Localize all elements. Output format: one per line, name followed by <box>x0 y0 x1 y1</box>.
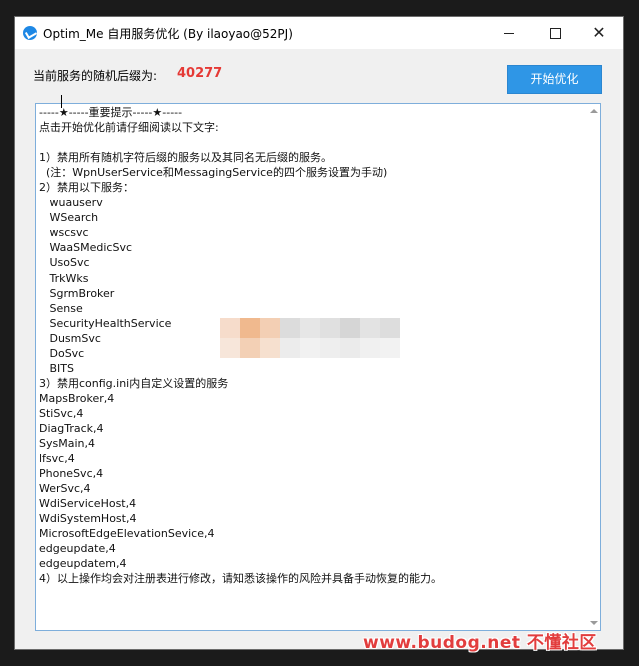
text-line: MapsBroker,4 <box>39 391 115 405</box>
text-line: wscsvc <box>39 226 89 240</box>
text-line: SgrmBroker <box>39 286 115 300</box>
text-line: 点击开始优化前请仔细阅读以下文字: <box>39 121 219 135</box>
scroll-up-arrow-icon[interactable] <box>590 109 598 113</box>
text-line: WdiSystemHost,4 <box>39 512 137 526</box>
title-bar[interactable]: Optim_Me 自用服务优化 (By ilaoyao@52PJ) ✕ <box>15 17 623 49</box>
text-caret <box>61 95 62 108</box>
text-line: -----★-----重要提示-----★----- <box>39 106 183 119</box>
text-line: 4）以上操作均会对注册表进行修改，请知悉该操作的风险并具备手动恢复的能力。 <box>39 572 442 586</box>
minimize-icon <box>504 33 514 34</box>
text-line: DiagTrack,4 <box>39 421 104 435</box>
mosaic-redaction <box>220 318 400 358</box>
text-line: WerSvc,4 <box>39 482 91 496</box>
text-line: PhoneSvc,4 <box>39 467 104 481</box>
text-line: edgeupdatem,4 <box>39 557 127 571</box>
info-textarea[interactable]: -----★-----重要提示-----★----- 点击开始优化前请仔细阅读以下… <box>35 103 601 631</box>
vertical-scrollbar[interactable] <box>588 104 600 630</box>
text-line: 1）禁用所有随机字符后缀的服务以及其同名无后缀的服务。 <box>39 151 332 165</box>
text-line: WSearch <box>39 211 99 225</box>
watermark-text: www.budog.net 不懂社区 <box>363 633 597 653</box>
text-line: 3）禁用config.ini内自定义设置的服务 <box>39 376 229 390</box>
maximize-icon <box>549 28 561 39</box>
text-line: Sense <box>39 301 83 315</box>
text-line: (注：WpnUserService和MessagingService的四个服务设… <box>39 166 388 180</box>
text-line: SysMain,4 <box>39 437 95 451</box>
minimize-button[interactable] <box>487 17 531 49</box>
text-line: TrkWks <box>39 271 89 285</box>
close-icon: ✕ <box>592 23 606 42</box>
text-line: edgeupdate,4 <box>39 542 116 556</box>
text-line: lfsvc,4 <box>39 452 75 466</box>
service-suffix-value: 40277 <box>177 66 223 81</box>
text-line: MicrosoftEdgeElevationSevice,4 <box>39 527 215 541</box>
maximize-button[interactable] <box>533 17 577 49</box>
text-line: wuauserv <box>39 196 103 210</box>
text-line: 2）禁用以下服务： <box>39 181 134 195</box>
text-line: UsoSvc <box>39 256 90 270</box>
start-optimize-button[interactable]: 开始优化 <box>507 65 602 94</box>
scroll-down-arrow-icon[interactable] <box>590 621 598 625</box>
close-button[interactable]: ✕ <box>577 17 621 49</box>
text-line <box>39 135 586 150</box>
window-title: Optim_Me 自用服务优化 (By ilaoyao@52PJ) <box>43 27 293 41</box>
text-line: StiSvc,4 <box>39 406 84 420</box>
text-line: WdiServiceHost,4 <box>39 497 137 511</box>
app-logo-icon <box>23 26 37 40</box>
text-line: WaaSMedicSvc <box>39 241 133 255</box>
service-suffix-label: 当前服务的随机后缀为: <box>33 69 158 83</box>
text-line: BITS <box>39 361 74 375</box>
